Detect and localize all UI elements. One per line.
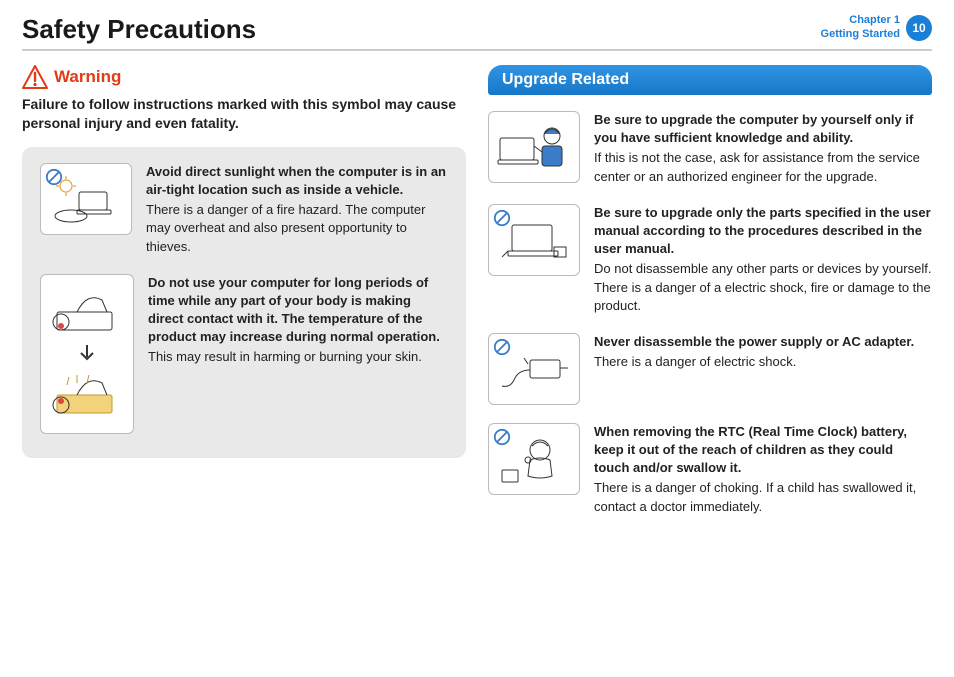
prohibit-icon <box>493 428 511 446</box>
technician-illustration <box>488 111 580 183</box>
page-header: Safety Precautions Chapter 1 Getting Sta… <box>22 14 932 51</box>
item-body: If this is not the case, ask for assista… <box>594 150 920 183</box>
item-body: There is a danger of electric shock. <box>594 354 796 369</box>
body-heat-illustration <box>40 274 134 434</box>
warning-description: Failure to follow instructions marked wi… <box>22 95 466 133</box>
power-adapter-illustration <box>488 333 580 405</box>
down-arrow-icon <box>80 345 94 363</box>
warning-heading: Warning <box>22 65 466 89</box>
child-battery-illustration <box>488 423 580 495</box>
right-item-row: Be sure to upgrade only the parts specif… <box>488 204 932 315</box>
hot-hand-laptop-icon <box>47 365 127 425</box>
chapter-text: Chapter 1 Getting Started <box>821 14 900 42</box>
right-item-row: Be sure to upgrade the computer by yours… <box>488 111 932 186</box>
item-bold: Do not use your computer for long period… <box>148 274 448 347</box>
right-column: Upgrade Related Be sure to upgrade the c… <box>488 65 932 516</box>
page-title: Safety Precautions <box>22 14 256 45</box>
left-item-text: Do not use your computer for long period… <box>148 274 448 434</box>
item-body: Do not disassemble any other parts or de… <box>594 261 931 312</box>
warning-label: Warning <box>54 67 121 87</box>
right-item-text: Never disassemble the power supply or AC… <box>594 333 932 405</box>
chapter-block: Chapter 1 Getting Started 10 <box>821 14 932 42</box>
upgrade-section-title: Upgrade Related <box>488 65 932 95</box>
item-bold: Never disassemble the power supply or AC… <box>594 333 932 351</box>
item-bold: Be sure to upgrade the computer by yours… <box>594 111 932 147</box>
left-item-row: Do not use your computer for long period… <box>40 274 448 434</box>
right-item-text: When removing the RTC (Real Time Clock) … <box>594 423 932 516</box>
left-column: Warning Failure to follow instructions m… <box>22 65 466 516</box>
left-item-row: Avoid direct sunlight when the computer … <box>40 163 448 256</box>
right-item-text: Be sure to upgrade the computer by yours… <box>594 111 932 186</box>
prohibit-icon <box>493 338 511 356</box>
item-bold: Be sure to upgrade only the parts specif… <box>594 204 932 259</box>
chapter-line-1: Chapter 1 <box>821 14 900 28</box>
item-bold: When removing the RTC (Real Time Clock) … <box>594 423 932 478</box>
right-item-row: When removing the RTC (Real Time Clock) … <box>488 423 932 516</box>
item-body: There is a danger of a fire hazard. The … <box>146 202 425 253</box>
right-item-text: Be sure to upgrade only the parts specif… <box>594 204 932 315</box>
page-number-badge: 10 <box>906 15 932 41</box>
item-body: There is a danger of choking. If a child… <box>594 480 916 513</box>
chapter-line-2: Getting Started <box>821 28 900 42</box>
warning-triangle-icon <box>22 65 48 89</box>
disassembly-illustration <box>488 204 580 276</box>
left-gray-panel: Avoid direct sunlight when the computer … <box>22 147 466 458</box>
vehicle-sunlight-illustration <box>40 163 132 235</box>
right-item-row: Never disassemble the power supply or AC… <box>488 333 932 405</box>
left-item-text: Avoid direct sunlight when the computer … <box>146 163 448 256</box>
prohibit-icon <box>45 168 63 186</box>
item-body: This may result in harming or burning yo… <box>148 349 422 364</box>
prohibit-icon <box>493 209 511 227</box>
item-bold: Avoid direct sunlight when the computer … <box>146 163 448 199</box>
hand-on-laptop-icon <box>47 282 127 342</box>
